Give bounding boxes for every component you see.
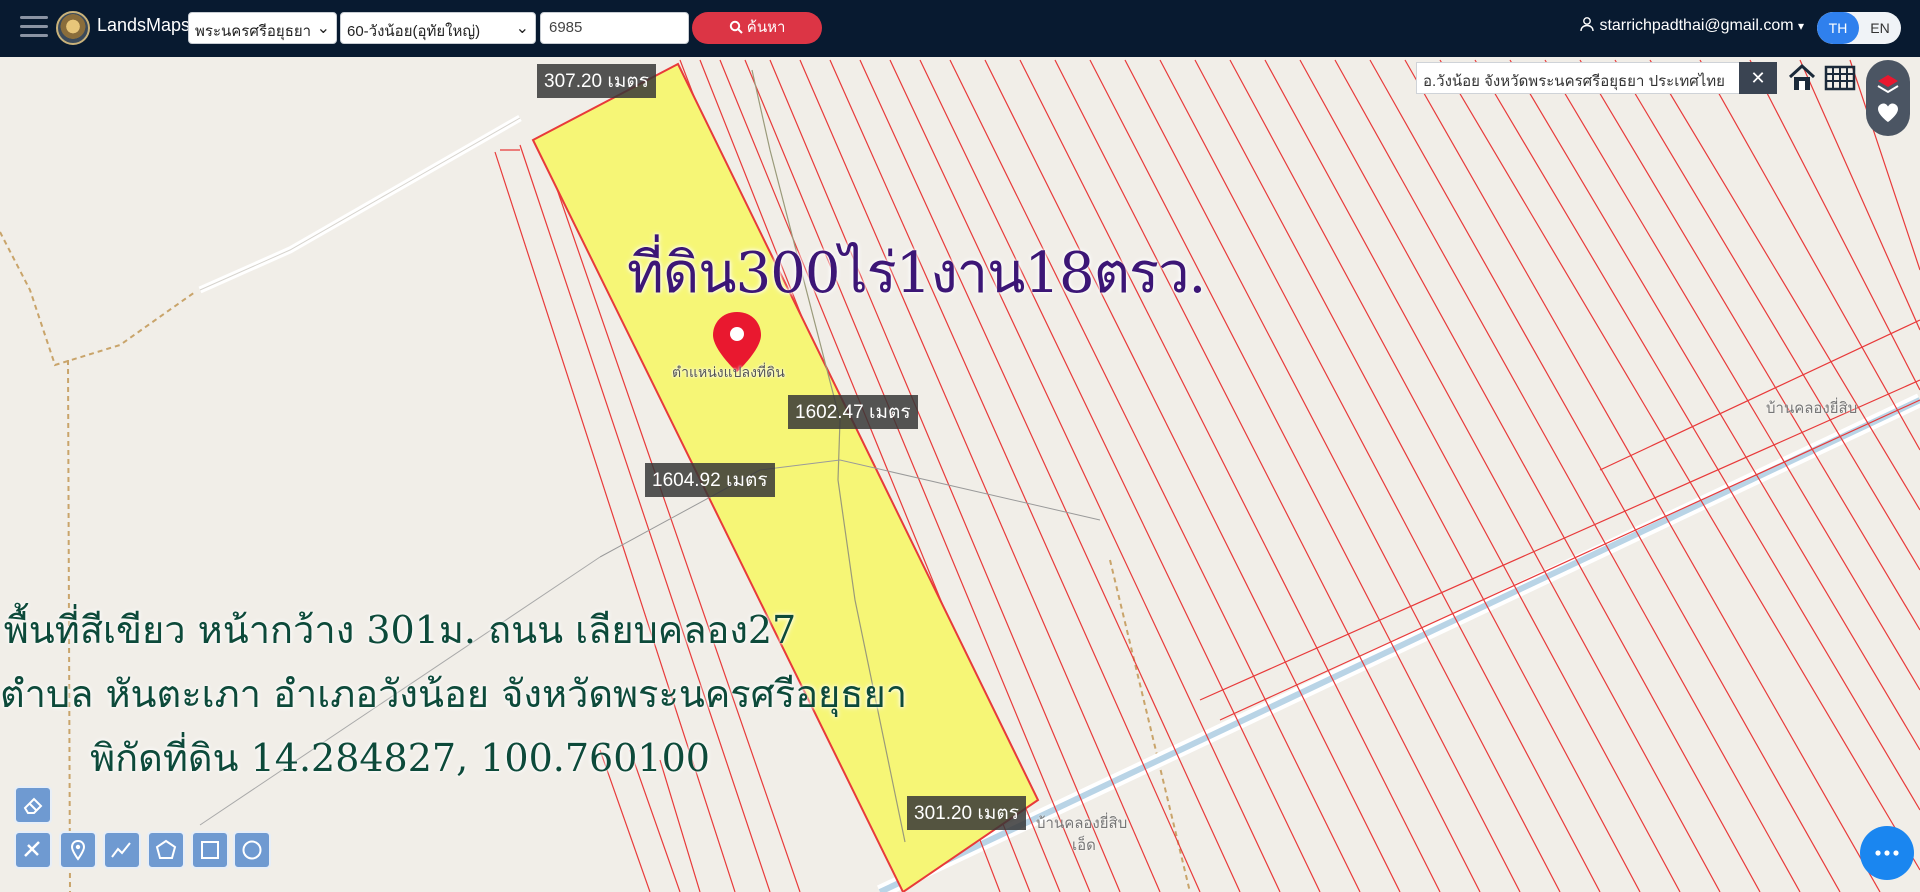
- language-switch[interactable]: TH EN: [1817, 12, 1901, 44]
- home-icon: [1788, 63, 1816, 90]
- info-line-1: พื้นที่สีเขียว หน้ากว้าง 301ม. ถนน เลียบ…: [3, 608, 797, 652]
- layer-panel[interactable]: [1866, 60, 1910, 136]
- province-select-value: พระนครศรีอยุธยา: [195, 23, 312, 40]
- polyline-tool-button[interactable]: [103, 831, 141, 869]
- eraser-tool-button[interactable]: [14, 786, 52, 824]
- grid-icon: [1824, 65, 1856, 91]
- search-button-label: ค้นหา: [746, 19, 786, 36]
- lang-en-button[interactable]: EN: [1859, 12, 1901, 44]
- polyline-icon: [111, 842, 131, 858]
- polygon-icon: [155, 839, 177, 859]
- info-line-2: ตำบล หันตะเภา อำเภอวังน้อย จังหวัดพระนคร…: [0, 672, 908, 716]
- measure-tool-button[interactable]: [14, 831, 52, 869]
- rectangle-tool-button[interactable]: [191, 831, 229, 869]
- brand-name: LandsMaps: [97, 15, 191, 35]
- grid-button[interactable]: [1822, 60, 1858, 96]
- close-address-button[interactable]: ✕: [1739, 62, 1777, 94]
- place-name: บ้านคลองยี่สิบ: [1036, 815, 1128, 832]
- circle-tool-button[interactable]: [233, 831, 271, 869]
- layers-icon[interactable]: [1876, 72, 1900, 96]
- address-box: อ.วังน้อย จังหวัดพระนครศรีอยุธยา ประเทศไ…: [1416, 62, 1740, 94]
- heart-icon[interactable]: [1876, 102, 1900, 124]
- polygon-tool-button[interactable]: [147, 831, 185, 869]
- user-icon: [1580, 17, 1594, 32]
- marker-tool-button[interactable]: [59, 831, 97, 869]
- chevron-down-icon: ⌄: [316, 20, 330, 37]
- user-email: starrichpadthai@gmail.com: [1599, 17, 1794, 34]
- pin-label: ตำแหน่งแปลงที่ดิน: [672, 364, 785, 380]
- road-line: [198, 114, 522, 294]
- chat-fab-button[interactable]: [1860, 826, 1914, 880]
- ruler-icon: [24, 841, 40, 857]
- menu-icon[interactable]: [20, 16, 48, 40]
- chevron-down-icon: ⌄: [515, 20, 529, 37]
- lang-th-button[interactable]: TH: [1817, 12, 1859, 44]
- user-menu[interactable]: starrichpadthai@gmail.com ▾: [1579, 16, 1804, 35]
- home-button[interactable]: [1784, 60, 1820, 96]
- place-name: บ้านคลองยี่สิบ: [1766, 400, 1858, 417]
- info-line-3: พิกัดที่ดิน 14.284827, 100.760100: [90, 736, 710, 780]
- eraser-icon: [23, 797, 43, 814]
- land-title: ที่ดิน300ไร่1งาน18ตรว.: [627, 241, 1206, 306]
- length-label-top: 307.20 เมตร: [537, 64, 656, 98]
- rectangle-icon: [201, 841, 219, 859]
- length-label-right: 1602.47 เมตร: [788, 395, 918, 429]
- map-canvas[interactable]: 307.20 เมตร 1602.47 เมตร 1604.92 เมตร 30…: [0, 57, 1920, 892]
- boundary-line: [0, 231, 196, 367]
- top-navbar: LandsMaps พระนครศรีอยุธยา ⌄ 60-วังน้อย(อ…: [0, 0, 1920, 57]
- more-icon: [1875, 850, 1899, 856]
- search-button[interactable]: ค้นหา: [692, 12, 822, 44]
- length-label-left: 1604.92 เมตร: [645, 463, 775, 497]
- district-select-value: 60-วังน้อย(อุทัยใหญ่): [347, 23, 481, 40]
- search-icon: [729, 20, 743, 34]
- circle-icon: [242, 840, 262, 860]
- district-select[interactable]: 60-วังน้อย(อุทัยใหญ่) ⌄: [340, 12, 536, 44]
- logo-icon: [56, 11, 90, 45]
- place-name: เอ็ด: [1072, 837, 1096, 854]
- info-text-block: พื้นที่สีเขียว หน้ากว้าง 301ม. ถนน เลียบ…: [0, 598, 908, 790]
- province-select[interactable]: พระนครศรีอยุธยา ⌄: [188, 12, 337, 44]
- chevron-down-icon: ▾: [1798, 19, 1805, 33]
- length-label-bottom: 301.20 เมตร: [907, 796, 1026, 830]
- pin-icon: [70, 839, 86, 861]
- parcel-number-input[interactable]: 6985: [540, 12, 689, 44]
